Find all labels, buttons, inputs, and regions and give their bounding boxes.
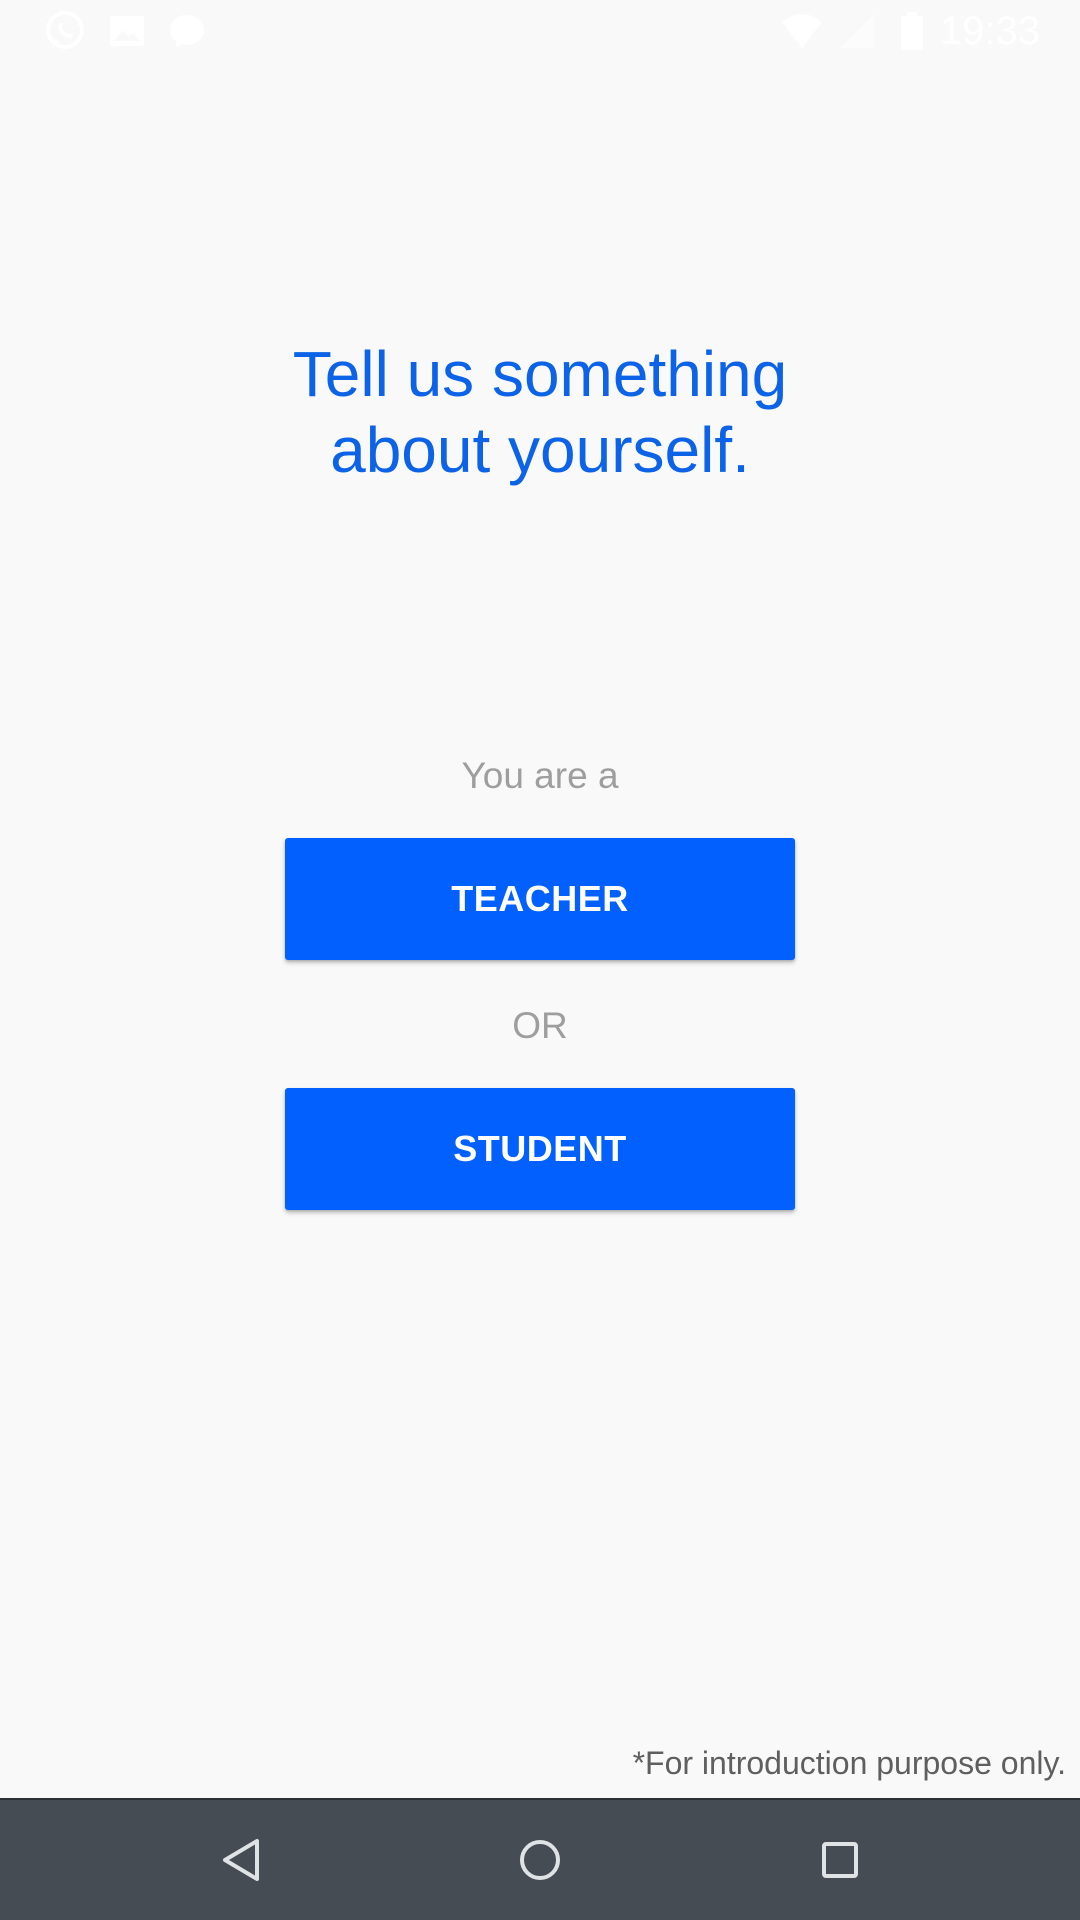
recents-button[interactable] [808,1828,872,1892]
messenger-icon [166,10,208,52]
status-time: 19:33 [939,9,1040,53]
status-bar: 19:33 [0,0,1080,63]
page-title: Tell us something about yourself. [0,336,1080,488]
student-button[interactable]: STUDENT [285,1088,795,1210]
whatsapp-icon [44,10,86,52]
title-line-2: about yourself. [330,414,750,486]
or-label: OR [512,1005,568,1046]
teacher-button[interactable]: TEACHER [285,838,795,960]
back-button[interactable] [209,1828,273,1892]
recents-icon [822,1842,858,1878]
wifi-icon [780,10,824,52]
footnote: *For introduction purpose only. [632,1745,1066,1781]
battery-icon [898,10,926,52]
home-icon [520,1840,560,1880]
back-icon [223,1839,259,1881]
navigation-bar [0,1798,1080,1920]
signal-icon [836,10,878,52]
home-button[interactable] [508,1828,572,1892]
title-line-1: Tell us something [292,338,788,410]
gallery-icon [106,10,148,52]
role-prompt: You are a [461,755,619,796]
